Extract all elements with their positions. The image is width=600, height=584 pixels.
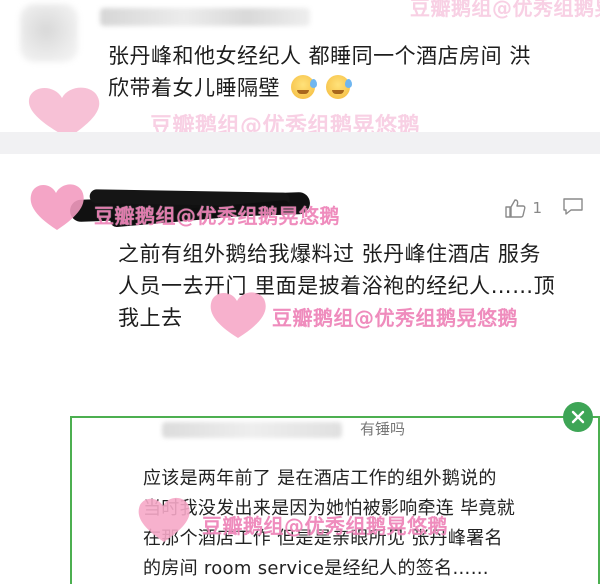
cold-sweat-emoji [291, 75, 318, 99]
watermark-top-faded: 豆瓣鹅组@优秀组鹅晃悠鹅 [410, 0, 600, 20]
heart-sticker-icon [29, 87, 100, 132]
section-divider [0, 132, 600, 154]
reply-line2: 人员一去开门 里面是披着浴袍的经纪人……顶 [118, 274, 556, 298]
reply-button[interactable] [562, 196, 584, 220]
blurred-username [100, 8, 310, 26]
reply-comment-panel: 豆瓣鹅组@优秀组鹅晃悠鹅 1 之前有组外鹅给我爆料过 张丹峰住酒店 服务 人员一… [0, 154, 600, 584]
top-comment-text: 张丹峰和他女经纪人 都睡同一个酒店房间 洪 欣带着女儿睡隔壁 [108, 40, 531, 104]
comment-actions: 1 [504, 196, 584, 220]
quoted-reply-box: 有锤吗 应该是两年前了 是在酒店工作的组外鹅说的 当时我没发出来是因为她怕被影响… [70, 416, 600, 584]
blurred-quote-username [162, 422, 342, 438]
comment-icon [563, 198, 583, 215]
heart-sticker-icon [210, 292, 266, 338]
reply-line1: 之前有组外鹅给我爆料过 张丹峰住酒店 服务 [118, 242, 541, 266]
like-count: 1 [532, 199, 542, 217]
watermark-reply-2: 豆瓣鹅组@优秀组鹅晃悠鹅 [272, 306, 518, 330]
cold-sweat-emoji [326, 75, 353, 99]
close-icon [571, 410, 585, 424]
heart-sticker-icon [30, 184, 84, 230]
watermark-reply: 豆瓣鹅组@优秀组鹅晃悠鹅 [94, 204, 340, 228]
top-comment-line1: 张丹峰和他女经纪人 都睡同一个酒店房间 洪 [108, 44, 531, 68]
quote-line4: 的房间 room service是经纪人的签名…… [143, 558, 489, 579]
close-button[interactable] [563, 402, 593, 432]
top-comment-panel: 豆瓣鹅组@优秀组鹅晃悠鹅 张丹峰和他女经纪人 都睡同一个酒店房间 洪 欣带着女儿… [0, 0, 600, 132]
like-button[interactable]: 1 [504, 198, 542, 218]
heart-sticker-icon [138, 497, 190, 542]
quote-line1: 应该是两年前了 是在酒店工作的组外鹅说的 [143, 468, 497, 489]
watermark-quote: 豆瓣鹅组@优秀组鹅晃悠鹅 [202, 514, 448, 538]
top-comment-line2: 欣带着女儿睡隔壁 [108, 72, 531, 104]
watermark-bottom-faded: 豆瓣鹅组@优秀组鹅晃悠鹅 [150, 114, 421, 132]
quote-caption: 有锤吗 [360, 420, 406, 438]
thumbs-up-icon [505, 199, 526, 218]
blurred-avatar [20, 4, 78, 62]
